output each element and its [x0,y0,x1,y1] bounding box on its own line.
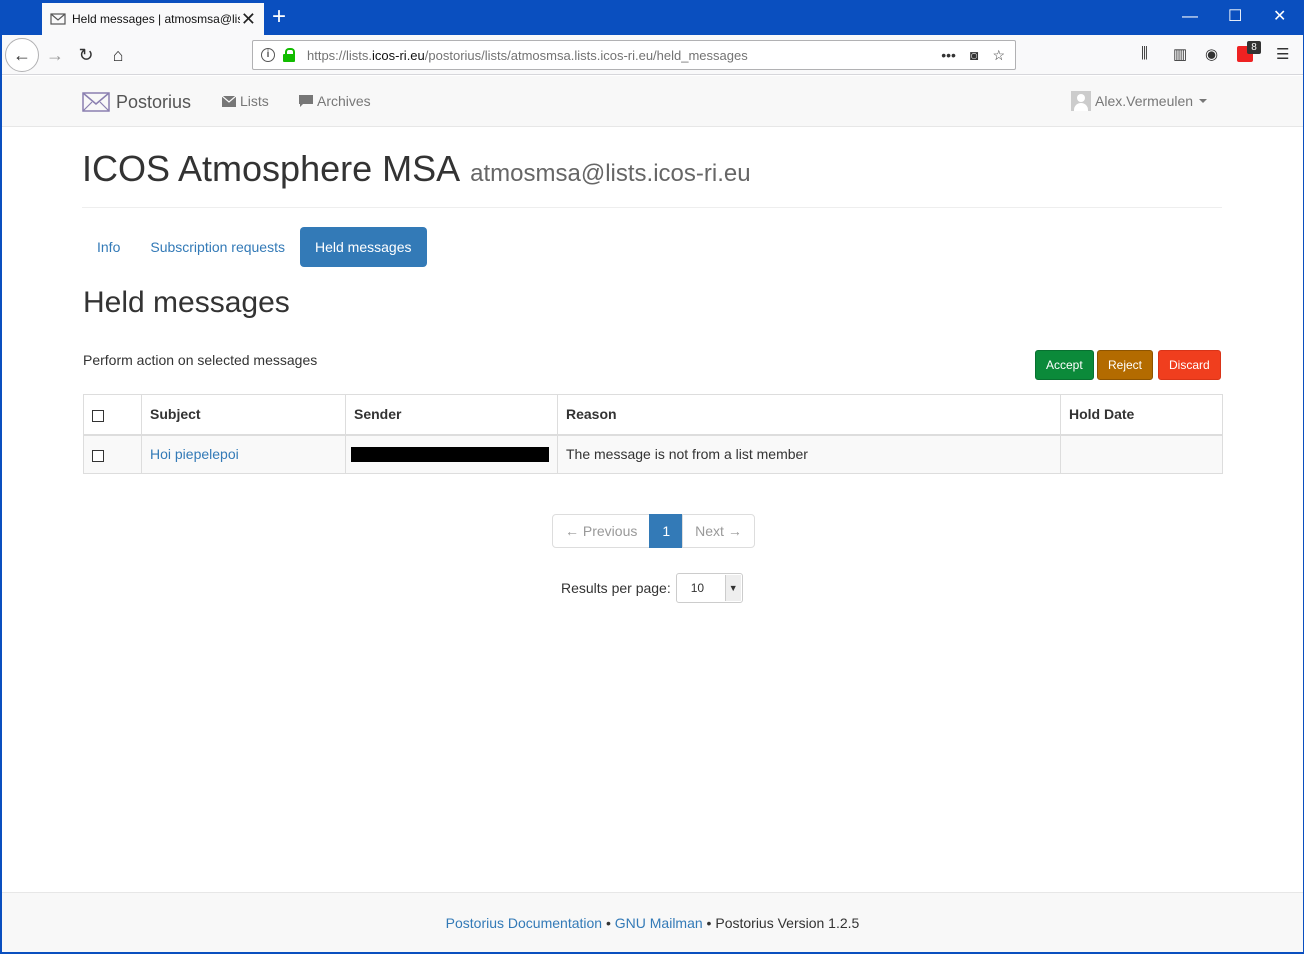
table-header-row: Subject Sender Reason Hold Date [83,394,1223,436]
home-icon[interactable]: ⌂ [105,42,131,68]
user-name: Alex.Vermeulen [1095,93,1194,109]
close-window-icon[interactable]: ✕ [1273,8,1286,26]
list-address: atmosmsa@lists.icos-ri.eu [470,160,751,187]
postorius-logo-icon [82,92,110,112]
window-titlebar: Held messages | atmosmsa@lists.icos-ri.e… [0,0,1304,35]
page-actions-icon[interactable]: ••• [941,47,956,64]
col-subject: Subject [141,394,346,436]
accept-button[interactable]: Accept [1035,350,1094,380]
window-border-left [0,35,2,954]
browser-tab[interactable]: Held messages | atmosmsa@lists.icos-ri.e… [42,3,264,35]
pocket-icon[interactable]: ◙ [970,47,978,64]
new-tab-icon[interactable]: + [272,5,286,29]
results-per-page-label: Results per page: [561,580,671,596]
list-name: ICOS Atmosphere MSA [82,148,461,189]
user-menu[interactable]: Alex.Vermeulen [1071,91,1208,111]
caret-down-icon [1199,99,1208,103]
sender-redacted [351,446,549,462]
col-sender: Sender [345,394,558,436]
url-text[interactable]: https://lists.icos-ri.eu/postorius/lists… [307,48,748,63]
close-tab-icon[interactable]: ✕ [241,10,256,28]
footer-text: Postorius Documentation • GNU Mailman • … [2,915,1303,931]
menu-icon[interactable]: ☰ [1276,45,1289,63]
url-bar[interactable]: i https://lists.icos-ri.eu/postorius/lis… [252,40,1016,70]
chevron-down-icon[interactable]: ▼ [724,575,741,601]
select-all-checkbox[interactable] [92,409,104,422]
tab-subscription-requests[interactable]: Subscription requests [135,227,300,267]
row-select-cell [83,434,142,474]
brand[interactable]: Postorius [82,90,191,114]
next-page-button[interactable]: Next → [682,514,755,548]
sidebar-icon[interactable]: ▥ [1173,45,1187,63]
reload-icon[interactable]: ↻ [73,42,99,68]
page-1-button[interactable]: 1 [649,514,684,548]
results-per-page-select[interactable]: 10 ▼ [675,573,743,603]
comment-icon [299,95,313,107]
avatar [1071,91,1091,111]
pagination: ← Previous 1 Next → [552,514,755,548]
select-all-cell [83,394,142,436]
lock-icon[interactable] [283,48,295,62]
footer: Postorius Documentation • GNU Mailman • … [2,892,1303,952]
tab-held-messages[interactable]: Held messages [300,227,427,267]
table-row: Hoi piepelepoi The message is not from a… [83,434,1223,474]
envelope-icon [222,95,236,107]
back-icon[interactable]: ← [5,38,39,72]
tab-title: Held messages | atmosmsa@lists.icos-ri.e… [72,12,240,26]
nav-lists[interactable]: Lists [222,93,269,109]
library-icon[interactable]: ⫼ [1141,45,1148,62]
browser-toolbar: ← → ↻ ⌂ i https://lists.icos-ri.eu/posto… [0,35,1304,75]
site-navbar: Postorius Lists Archives Alex.Vermeulen [2,76,1303,127]
discard-button[interactable]: Discard [1158,350,1221,380]
postorius-docs-link[interactable]: Postorius Documentation [446,915,602,931]
row-checkbox[interactable] [92,449,104,462]
list-tabs: Info Subscription requests Held messages [82,227,427,267]
extension-badge: 8 [1247,41,1261,54]
nav-archives-label: Archives [317,93,371,109]
results-per-page-value: 10 [690,581,705,595]
nav-archives[interactable]: Archives [299,93,371,109]
envelope-icon [50,13,66,25]
footer-separator: • [602,915,615,931]
hold-date-cell [1060,434,1223,474]
subject-link[interactable]: Hoi piepelepoi [150,446,239,462]
info-icon[interactable]: i [261,48,275,62]
forward-icon[interactable]: → [42,42,68,68]
previous-page-button[interactable]: ← Previous [552,514,651,548]
divider [82,207,1222,208]
perform-label: Perform action on selected messages [83,352,318,368]
reason-cell: The message is not from a list member [557,434,1061,474]
bookmark-star-icon[interactable]: ☆ [992,47,1005,64]
page-title: ICOS Atmosphere MSA atmosmsa@lists.icos-… [82,148,751,190]
footer-version: • Postorius Version 1.2.5 [702,915,860,931]
col-reason: Reason [557,394,1061,436]
brand-name: Postorius [116,91,192,112]
held-messages-table: Subject Sender Reason Hold Date Hoi piep… [83,394,1223,474]
maximize-icon[interactable]: ☐ [1228,8,1242,26]
minimize-icon[interactable]: — [1182,8,1198,26]
section-heading: Held messages [83,286,290,319]
nav-lists-label: Lists [240,93,269,109]
sender-cell [345,434,558,474]
account-icon[interactable]: ◉ [1205,45,1218,63]
tab-info[interactable]: Info [82,227,135,267]
gnu-mailman-link[interactable]: GNU Mailman [615,915,703,931]
results-per-page: Results per page: 10 ▼ [561,573,743,603]
col-hold-date: Hold Date [1060,394,1223,436]
reject-button[interactable]: Reject [1097,350,1154,380]
subject-cell: Hoi piepelepoi [141,434,346,474]
page: Postorius Lists Archives Alex.Vermeulen … [2,76,1303,952]
